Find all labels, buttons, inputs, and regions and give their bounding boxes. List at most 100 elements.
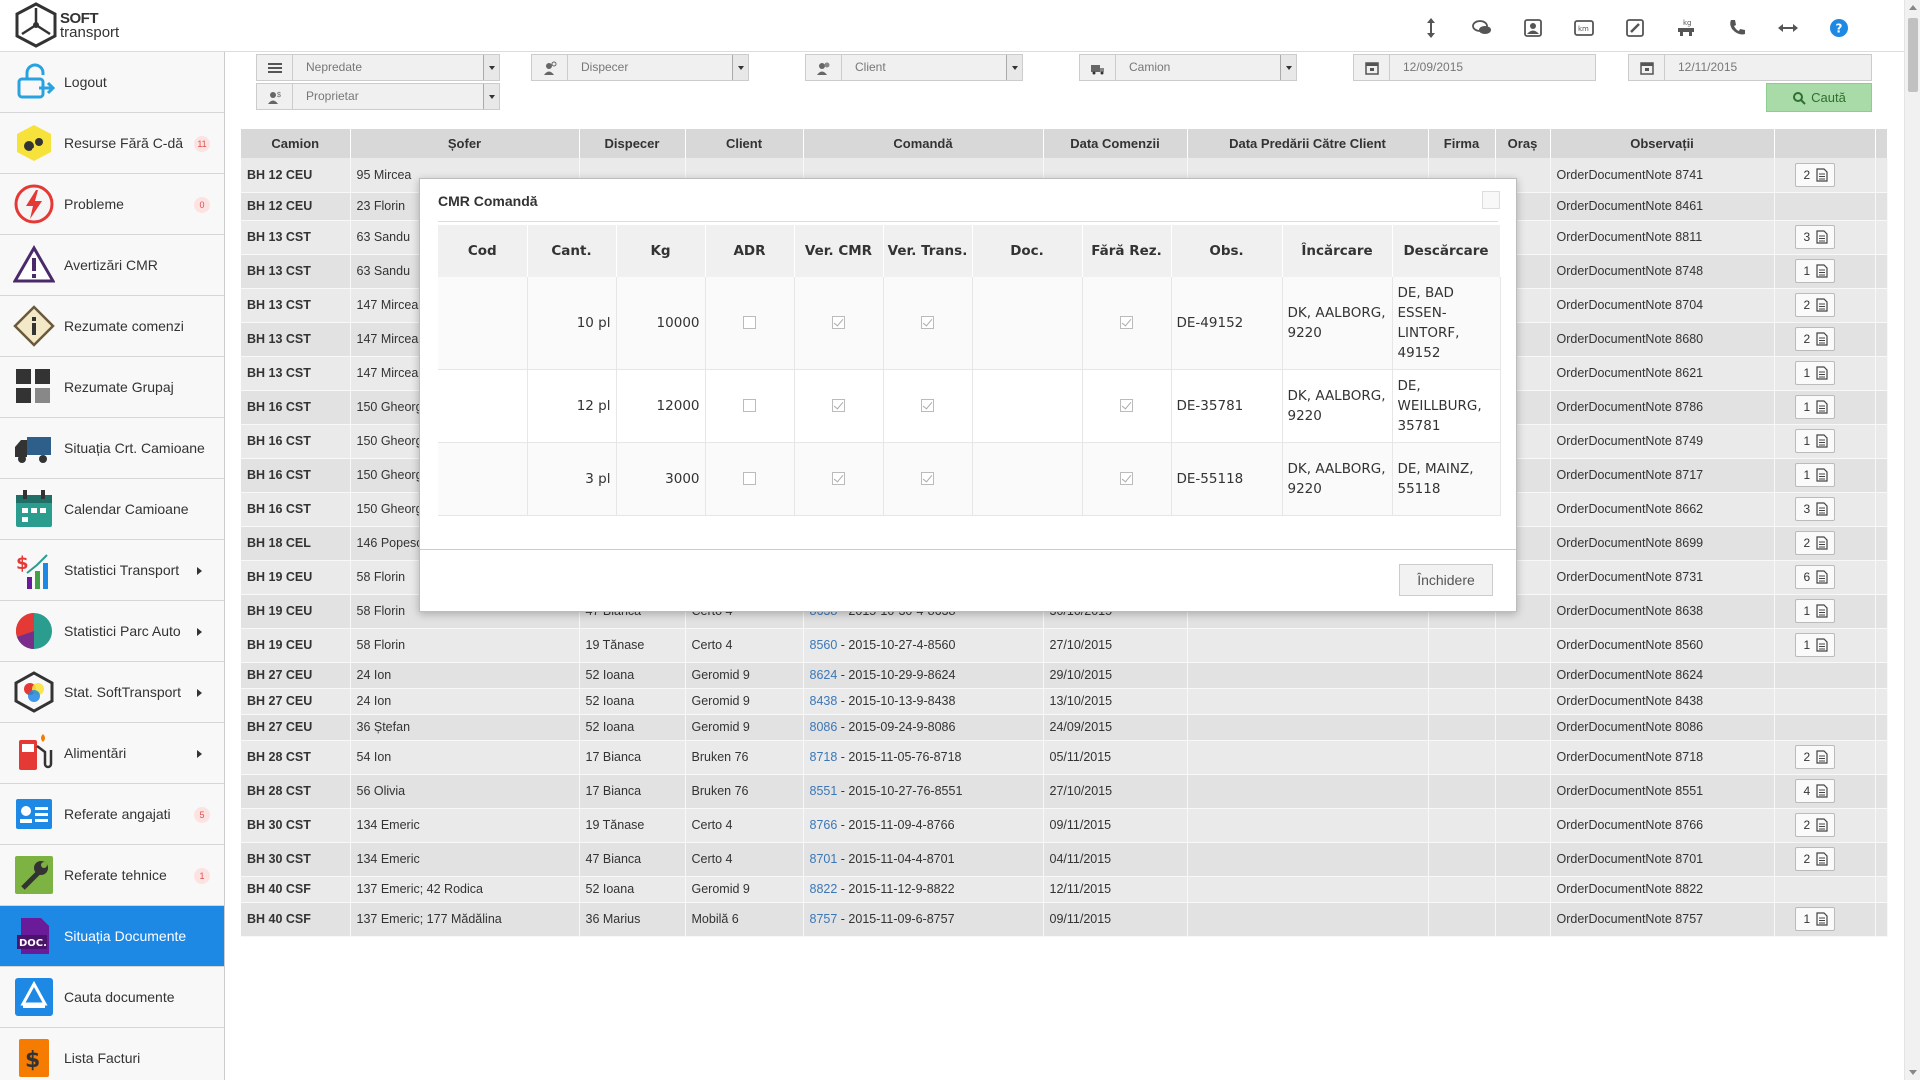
sidebar-item-invoice[interactable]: $ Lista Facturi xyxy=(0,1028,224,1080)
documents-button[interactable]: 1 xyxy=(1794,259,1836,283)
column-header[interactable]: Client xyxy=(685,129,804,158)
order-link[interactable]: 8822 xyxy=(810,882,838,896)
ver-trans-checkbox[interactable] xyxy=(921,316,934,330)
chevron-down-icon[interactable] xyxy=(732,55,748,80)
documents-button[interactable]: 1 xyxy=(1794,599,1836,623)
fara-rez-checkbox[interactable] xyxy=(1120,472,1133,485)
documents-button[interactable]: 2 xyxy=(1794,531,1836,555)
adr-checkbox[interactable] xyxy=(743,472,756,485)
sidebar-item-pie-chart[interactable]: Statistici Parc Auto xyxy=(0,601,224,662)
order-link[interactable]: 8086 xyxy=(810,720,838,734)
table-row[interactable]: BH 19 CEU 58 Florin 19 Tănase Certo 4 8560 -… xyxy=(241,628,1888,663)
camion-filter[interactable]: Camion xyxy=(1079,54,1297,81)
column-header[interactable]: Comandă xyxy=(803,129,1044,158)
table-row[interactable]: BH 30 CST 134 Emeric 19 Tănase Certo 4 8766 … xyxy=(241,808,1888,843)
order-link[interactable]: 8718 xyxy=(810,750,838,764)
sidebar-item-warning[interactable]: Avertizări CMR xyxy=(0,235,224,296)
tools-icon[interactable] xyxy=(1609,14,1660,42)
table-row[interactable]: BH 40 CSF 137 Emeric; 177 Mădălina 36 Mari… xyxy=(241,902,1888,937)
date-from-input[interactable]: 12/09/2015 xyxy=(1353,54,1596,81)
fara-rez-checkbox[interactable] xyxy=(1120,399,1133,412)
column-header[interactable] xyxy=(1774,129,1876,158)
chevron-down-icon[interactable] xyxy=(483,84,499,109)
scroll-thumb[interactable] xyxy=(1908,18,1918,92)
chevron-down-icon[interactable] xyxy=(483,55,499,80)
sidebar-item-drive[interactable]: Cauta documente xyxy=(0,967,224,1028)
sidebar-item-hexagon[interactable]: Stat. SoftTransport xyxy=(0,662,224,723)
modal-close-icon[interactable] xyxy=(1482,191,1500,209)
documents-button[interactable]: 1 xyxy=(1794,395,1836,419)
column-header[interactable]: Data Predării Către Client xyxy=(1187,129,1429,158)
search-button[interactable]: Caută xyxy=(1766,83,1872,112)
scroll-up-arrow[interactable] xyxy=(1909,5,1917,10)
column-header[interactable]: Șofer xyxy=(350,129,580,158)
phone-icon[interactable] xyxy=(1711,14,1762,42)
table-row[interactable]: BH 30 CST 134 Emeric 47 Bianca Certo 4 8701 … xyxy=(241,842,1888,877)
table-row[interactable]: BH 40 CSF 137 Emeric; 42 Rodica 52 Ioana Ge… xyxy=(241,876,1888,903)
sidebar-item-dollar-chart[interactable]: $ Statistici Transport xyxy=(0,540,224,601)
table-row[interactable]: BH 27 CEU 24 Ion 52 Ioana Geromid 9 8438 - 2… xyxy=(241,688,1888,715)
order-link[interactable]: 8438 xyxy=(810,694,838,708)
order-link[interactable]: 8766 xyxy=(810,818,838,832)
column-header[interactable]: Observații xyxy=(1550,129,1775,158)
column-header[interactable]: Oraș xyxy=(1495,129,1551,158)
date-to-input[interactable]: 12/11/2015 xyxy=(1628,54,1872,81)
contacts-icon[interactable] xyxy=(1507,14,1558,42)
sidebar-item-grid[interactable]: Rezumate Grupaj xyxy=(0,357,224,418)
documents-button[interactable]: 2 xyxy=(1794,327,1836,351)
documents-button[interactable]: 1 xyxy=(1794,429,1836,453)
scroll-down-arrow[interactable] xyxy=(1909,1070,1917,1075)
sidebar-item-resources[interactable]: Resurse Fără C-dă 11 xyxy=(0,113,224,174)
documents-button[interactable]: 1 xyxy=(1794,633,1836,657)
documents-button[interactable]: 2 xyxy=(1794,847,1836,871)
documents-button[interactable]: 1 xyxy=(1794,907,1836,931)
resize-vertical-icon[interactable] xyxy=(1405,14,1456,42)
chat-icon[interactable] xyxy=(1456,14,1507,42)
sidebar-item-calendar[interactable]: Calendar Camioane xyxy=(0,479,224,540)
chevron-down-icon[interactable] xyxy=(1280,55,1296,80)
order-link[interactable]: 8551 xyxy=(810,784,838,798)
table-row[interactable]: BH 28 CST 56 Olivia 17 Bianca Bruken 76 8551… xyxy=(241,774,1888,809)
column-header[interactable]: Camion xyxy=(241,129,351,158)
client-filter[interactable]: Client xyxy=(805,54,1023,81)
documents-button[interactable]: 6 xyxy=(1794,565,1836,589)
order-link[interactable]: 8701 xyxy=(810,852,838,866)
ver-cmr-checkbox[interactable] xyxy=(832,399,845,412)
documents-button[interactable]: 3 xyxy=(1794,497,1836,521)
documents-button[interactable]: 2 xyxy=(1794,162,1836,187)
sidebar-item-wrench[interactable]: Referate tehnice 1 xyxy=(0,845,224,906)
ver-cmr-checkbox[interactable] xyxy=(832,316,845,330)
fara-rez-checkbox[interactable] xyxy=(1120,316,1133,330)
documents-button[interactable]: 3 xyxy=(1794,225,1836,249)
sidebar-item-id-card[interactable]: Referate angajati 5 xyxy=(0,784,224,845)
resize-horizontal-icon[interactable] xyxy=(1762,14,1813,42)
sidebar-item-lightning[interactable]: Probleme 0 xyxy=(0,174,224,235)
ver-cmr-checkbox[interactable] xyxy=(832,472,845,485)
documents-button[interactable]: 1 xyxy=(1794,463,1836,487)
adr-checkbox[interactable] xyxy=(743,316,756,330)
sidebar-item-logout[interactable]: Logout xyxy=(0,52,224,113)
app-logo[interactable]: SOFT transport xyxy=(14,2,119,48)
order-link[interactable]: 8624 xyxy=(810,668,838,682)
page-scrollbar[interactable] xyxy=(1904,0,1920,1080)
order-link[interactable]: 8560 xyxy=(810,638,838,652)
table-row[interactable]: BH 27 CEU 24 Ion 52 Ioana Geromid 9 8624 - 2… xyxy=(241,662,1888,689)
close-button[interactable]: Închidere xyxy=(1399,564,1493,596)
sidebar-item-truck[interactable]: Situația Crt. Camioane xyxy=(0,418,224,479)
status-filter[interactable]: Nepredate xyxy=(256,54,500,81)
proprietar-filter[interactable]: $ Proprietar xyxy=(256,83,500,110)
sidebar-item-doc[interactable]: DOC. Situația Documente xyxy=(0,906,224,967)
chevron-down-icon[interactable] xyxy=(1006,55,1022,80)
documents-button[interactable]: 2 xyxy=(1794,293,1836,317)
documents-button[interactable]: 2 xyxy=(1794,745,1836,769)
documents-button[interactable]: 1 xyxy=(1794,361,1836,385)
ver-trans-checkbox[interactable] xyxy=(921,472,934,485)
sidebar-item-fuel-pump[interactable]: Alimentări xyxy=(0,723,224,784)
adr-checkbox[interactable] xyxy=(743,399,756,412)
column-header[interactable]: Firma xyxy=(1428,129,1496,158)
order-link[interactable]: 8757 xyxy=(810,912,838,926)
help-icon[interactable]: ? xyxy=(1813,14,1864,42)
table-row[interactable]: BH 27 CEU 36 Ștefan 52 Ioana Geromid 9 8086 … xyxy=(241,714,1888,741)
documents-button[interactable]: 4 xyxy=(1794,779,1836,803)
ver-trans-checkbox[interactable] xyxy=(921,399,934,412)
